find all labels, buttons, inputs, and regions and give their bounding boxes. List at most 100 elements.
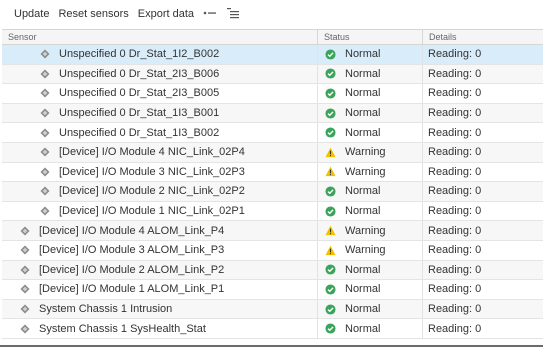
sensor-icon xyxy=(40,69,50,79)
status-label: Normal xyxy=(345,185,381,198)
details-text: Reading: 0 xyxy=(428,244,482,257)
check-circle-icon xyxy=(325,68,336,79)
check-circle-icon xyxy=(325,303,336,315)
details-cell: Reading: 0 xyxy=(423,182,543,201)
sensor-icon xyxy=(40,108,50,118)
status-cell: Warning xyxy=(318,240,423,260)
sensor-icon xyxy=(20,245,30,255)
sensor-name: [Device] I/O Module 4 NIC_Link_02P4 xyxy=(59,146,245,159)
sensor-cell: System Chassis 1 Intrusion xyxy=(2,299,318,319)
check-circle-icon xyxy=(325,108,336,119)
sensor-cell: [Device] I/O Module 1 ALOM_Link_P1 xyxy=(2,280,318,299)
column-header-sensor[interactable]: Sensor xyxy=(2,30,318,44)
check-circle-icon xyxy=(325,88,336,99)
sensor-cell: [Device] I/O Module 4 NIC_Link_02P4 xyxy=(2,142,318,162)
sensor-table: Sensor Status Details Unspecified 0 Dr_S… xyxy=(2,29,543,339)
sensor-icon xyxy=(40,186,50,196)
sensor-cell: [Device] I/O Module 4 ALOM_Link_P4 xyxy=(2,221,318,240)
table-row[interactable]: Unspecified 0 Dr_Stat_2I3_B005 Normal Read… xyxy=(2,84,543,104)
status-label: Normal xyxy=(345,87,381,100)
sensor-name: [Device] I/O Module 1 ALOM_Link_P1 xyxy=(39,283,225,296)
status-cell: Normal xyxy=(318,45,423,64)
table-row[interactable]: [Device] I/O Module 2 ALOM_Link_P2 Normal… xyxy=(2,260,543,281)
details-text: Reading: 0 xyxy=(428,283,482,296)
details-cell: Reading: 0 xyxy=(423,123,543,142)
sensor-name: [Device] I/O Module 1 NIC_Link_02P1 xyxy=(59,205,245,218)
status-label: Warning xyxy=(345,224,386,237)
details-cell: Reading: 0 xyxy=(423,84,543,103)
sensor-cell: [Device] I/O Module 3 NIC_Link_02P3 xyxy=(2,162,318,182)
status-label: Normal xyxy=(345,303,381,316)
status-label: Normal xyxy=(345,107,381,120)
update-button[interactable]: Update xyxy=(14,8,49,20)
sensor-icon xyxy=(20,265,30,275)
expand-all-icon[interactable] xyxy=(203,8,217,21)
status-cell: Normal xyxy=(318,280,423,299)
sensor-name: Unspecified 0 Dr_Stat_2I3_B005 xyxy=(59,87,220,100)
status-cell: Warning xyxy=(318,142,423,162)
sensor-cell: [Device] I/O Module 2 NIC_Link_02P2 xyxy=(2,182,318,201)
details-cell: Reading: 0 xyxy=(423,221,543,240)
details-text: Reading: 0 xyxy=(428,205,482,218)
table-row[interactable]: [Device] I/O Module 2 NIC_Link_02P2 Norma… xyxy=(2,182,543,202)
sensor-cell: Unspecified 0 Dr_Stat_2I3_B005 xyxy=(2,84,318,103)
status-cell: Warning xyxy=(318,221,423,240)
status-cell: Normal xyxy=(318,64,423,84)
sensor-icon xyxy=(40,128,50,138)
details-text: Reading: 0 xyxy=(428,48,482,61)
details-cell: Reading: 0 xyxy=(423,241,543,260)
table-body: Unspecified 0 Dr_Stat_1I2_B002 Normal Read… xyxy=(2,45,543,339)
check-circle-icon xyxy=(325,206,336,217)
check-circle-icon xyxy=(325,49,336,60)
toolbar: Update Reset sensors Export data xyxy=(0,0,543,28)
sensor-cell: Unspecified 0 Dr_Stat_1I3_B002 xyxy=(2,123,318,142)
details-text: Reading: 0 xyxy=(428,224,482,237)
sensor-cell: [Device] I/O Module 2 ALOM_Link_P2 xyxy=(2,260,318,280)
status-label: Warning xyxy=(345,146,386,159)
details-text: Reading: 0 xyxy=(428,185,482,198)
warning-icon xyxy=(325,225,336,236)
sensor-name: [Device] I/O Module 3 NIC_Link_02P3 xyxy=(59,165,245,178)
details-text: Reading: 0 xyxy=(428,107,482,120)
check-circle-icon xyxy=(325,323,336,334)
sensor-name: [Device] I/O Module 2 NIC_Link_02P2 xyxy=(59,185,245,198)
column-header-details[interactable]: Details xyxy=(423,30,543,44)
details-cell: Reading: 0 xyxy=(423,163,543,182)
warning-icon xyxy=(325,147,336,157)
details-cell: Reading: 0 xyxy=(423,319,543,338)
table-row[interactable]: Unspecified 0 Dr_Stat_1I2_B002 Normal Read… xyxy=(2,45,543,65)
table-row[interactable]: System Chassis 1 Intrusion Normal Reading:… xyxy=(2,299,543,320)
table-row[interactable]: [Device] I/O Module 3 ALOM_Link_P3 Warnin… xyxy=(2,240,543,261)
details-text: Reading: 0 xyxy=(428,146,482,159)
status-cell: Warning xyxy=(318,162,423,182)
check-circle-icon xyxy=(325,186,336,197)
collapse-list-icon[interactable] xyxy=(226,7,240,22)
table-row[interactable]: [Device] I/O Module 4 ALOM_Link_P4 Warnin… xyxy=(2,221,543,241)
status-cell: Normal xyxy=(318,103,423,123)
table-row[interactable]: Unspecified 0 Dr_Stat_1I3_B001 Normal Read… xyxy=(2,103,543,124)
table-row[interactable]: [Device] I/O Module 4 NIC_Link_02P4 Warni… xyxy=(2,142,543,163)
table-row[interactable]: [Device] I/O Module 3 NIC_Link_02P3 Warni… xyxy=(2,162,543,183)
details-text: Reading: 0 xyxy=(428,67,482,80)
warning-icon xyxy=(325,245,336,255)
table-row[interactable]: [Device] I/O Module 1 NIC_Link_02P1 Norma… xyxy=(2,201,543,222)
sensor-name: Unspecified 0 Dr_Stat_1I3_B001 xyxy=(59,107,220,120)
details-cell: Reading: 0 xyxy=(423,143,543,162)
sensor-name: [Device] I/O Module 4 ALOM_Link_P4 xyxy=(39,224,225,237)
table-row[interactable]: Unspecified 0 Dr_Stat_2I3_B006 Normal Read… xyxy=(2,64,543,85)
sensor-icon xyxy=(20,324,30,334)
sensor-cell: System Chassis 1 SysHealth_Stat xyxy=(2,319,318,338)
column-header-status[interactable]: Status xyxy=(318,30,423,44)
details-cell: Reading: 0 xyxy=(423,300,543,319)
sensor-icon xyxy=(20,226,30,236)
table-row[interactable]: [Device] I/O Module 1 ALOM_Link_P1 Normal… xyxy=(2,280,543,300)
export-data-button[interactable]: Export data xyxy=(138,8,194,20)
status-cell: Normal xyxy=(318,319,423,338)
table-row[interactable]: Unspecified 0 Dr_Stat_1I3_B002 Normal Read… xyxy=(2,123,543,143)
details-text: Reading: 0 xyxy=(428,165,482,178)
reset-sensors-button[interactable]: Reset sensors xyxy=(58,8,128,20)
status-cell: Normal xyxy=(318,260,423,280)
status-label: Normal xyxy=(345,126,381,139)
details-text: Reading: 0 xyxy=(428,322,482,335)
table-row[interactable]: System Chassis 1 SysHealth_Stat Normal Rea… xyxy=(2,319,543,339)
